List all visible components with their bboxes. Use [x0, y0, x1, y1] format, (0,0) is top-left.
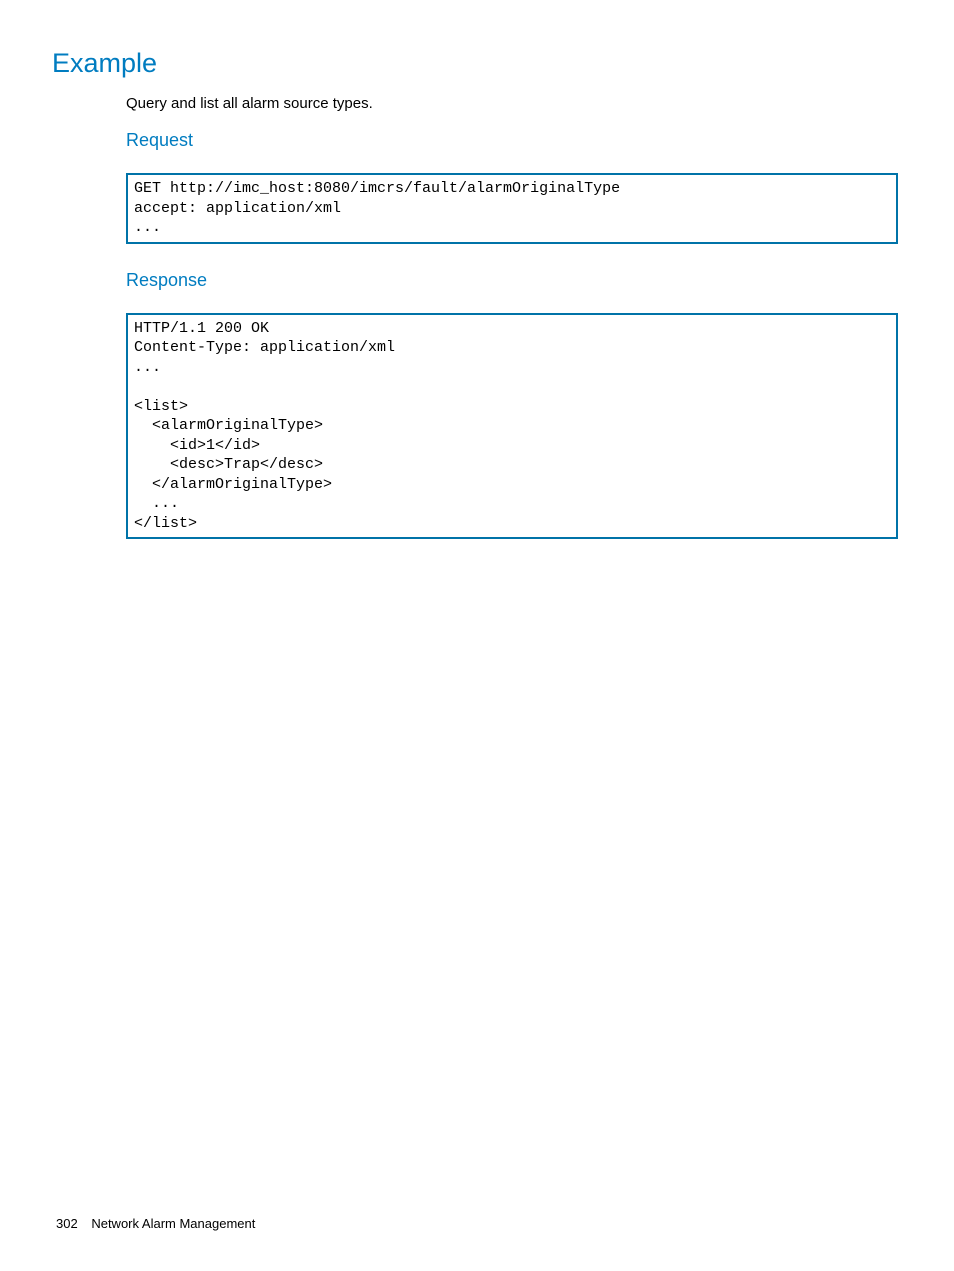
heading-request: Request: [126, 130, 898, 151]
request-code-block: GET http://imc_host:8080/imcrs/fault/ala…: [126, 173, 898, 244]
page-number: 302: [56, 1216, 78, 1231]
intro-paragraph: Query and list all alarm source types.: [126, 95, 898, 112]
heading-example: Example: [52, 48, 898, 79]
response-code-block: HTTP/1.1 200 OK Content-Type: applicatio…: [126, 313, 898, 540]
page-footer: 302 Network Alarm Management: [56, 1216, 255, 1231]
heading-response: Response: [126, 270, 898, 291]
footer-section-title: Network Alarm Management: [91, 1216, 255, 1231]
